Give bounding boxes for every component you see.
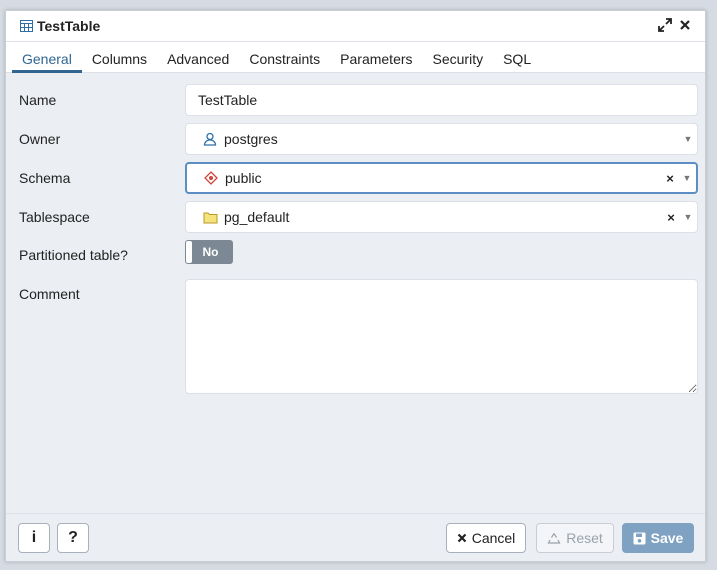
chevron-down-icon[interactable]: ▼ <box>679 212 697 222</box>
dialog-footer: i ? Cancel Reset Save <box>6 513 705 561</box>
expand-icon[interactable] <box>655 17 675 35</box>
user-icon <box>202 131 218 147</box>
tablespace-select[interactable]: pg_default × ▼ <box>185 201 698 233</box>
tab-columns[interactable]: Columns <box>82 51 157 72</box>
name-value: TestTable <box>198 92 258 108</box>
tab-constraints[interactable]: Constraints <box>239 51 330 72</box>
table-icon <box>20 20 33 32</box>
chevron-down-icon[interactable]: ▼ <box>678 173 696 183</box>
partitioned-toggle[interactable]: No <box>185 240 233 264</box>
tablespace-label: Tablespace <box>19 209 90 225</box>
name-label: Name <box>19 92 57 108</box>
reset-button[interactable]: Reset <box>536 523 614 553</box>
dialog-title: TestTable <box>37 18 101 34</box>
help-button[interactable]: ? <box>57 523 89 553</box>
name-input[interactable]: TestTable <box>185 84 698 116</box>
schema-label: Schema <box>19 170 71 186</box>
comment-textarea[interactable] <box>185 279 698 394</box>
partitioned-label: Partitioned table? <box>19 247 128 263</box>
save-label: Save <box>650 530 684 546</box>
schema-select[interactable]: public × ▼ <box>185 162 698 194</box>
floppy-disk-icon <box>633 532 646 545</box>
info-icon: i <box>31 529 37 546</box>
toggle-state: No <box>202 245 219 259</box>
tab-sql[interactable]: SQL <box>493 51 541 72</box>
clear-icon[interactable]: × <box>663 210 679 225</box>
save-button[interactable]: Save <box>622 523 694 553</box>
reset-label: Reset <box>566 530 603 546</box>
create-table-dialog: TestTable General Columns Advanced Const… <box>5 10 706 562</box>
folder-icon <box>202 209 218 225</box>
help-icon: ? <box>68 529 78 546</box>
owner-select[interactable]: postgres ▼ <box>185 123 698 155</box>
clear-icon[interactable]: × <box>662 171 678 186</box>
chevron-down-icon[interactable]: ▼ <box>679 134 697 144</box>
close-icon <box>457 533 467 543</box>
recycle-icon <box>547 532 561 545</box>
close-icon[interactable] <box>675 18 695 34</box>
cancel-label: Cancel <box>471 530 516 546</box>
tab-bar: General Columns Advanced Constraints Par… <box>6 42 705 73</box>
tab-security[interactable]: Security <box>423 51 494 72</box>
cancel-button[interactable]: Cancel <box>446 523 526 553</box>
info-button[interactable]: i <box>18 523 50 553</box>
tablespace-value: pg_default <box>224 209 290 225</box>
comment-label: Comment <box>19 286 80 302</box>
schema-value: public <box>225 170 262 186</box>
schema-icon <box>203 170 219 186</box>
tab-advanced[interactable]: Advanced <box>157 51 239 72</box>
tab-parameters[interactable]: Parameters <box>330 51 422 72</box>
owner-label: Owner <box>19 131 61 147</box>
tab-general[interactable]: General <box>12 51 82 73</box>
dialog-titlebar[interactable]: TestTable <box>6 11 705 42</box>
owner-value: postgres <box>224 131 278 147</box>
